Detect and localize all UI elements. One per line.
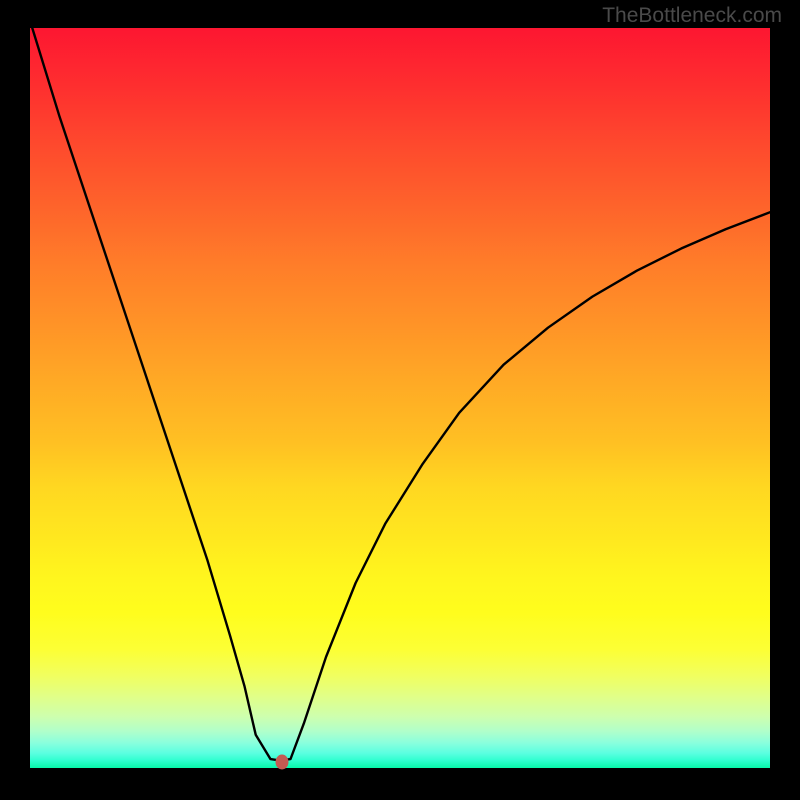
curve-svg bbox=[30, 28, 770, 768]
minimum-marker bbox=[275, 755, 288, 770]
watermark-text: TheBottleneck.com bbox=[602, 4, 782, 28]
curve-path bbox=[30, 28, 770, 761]
chart-plot-area bbox=[30, 28, 770, 768]
